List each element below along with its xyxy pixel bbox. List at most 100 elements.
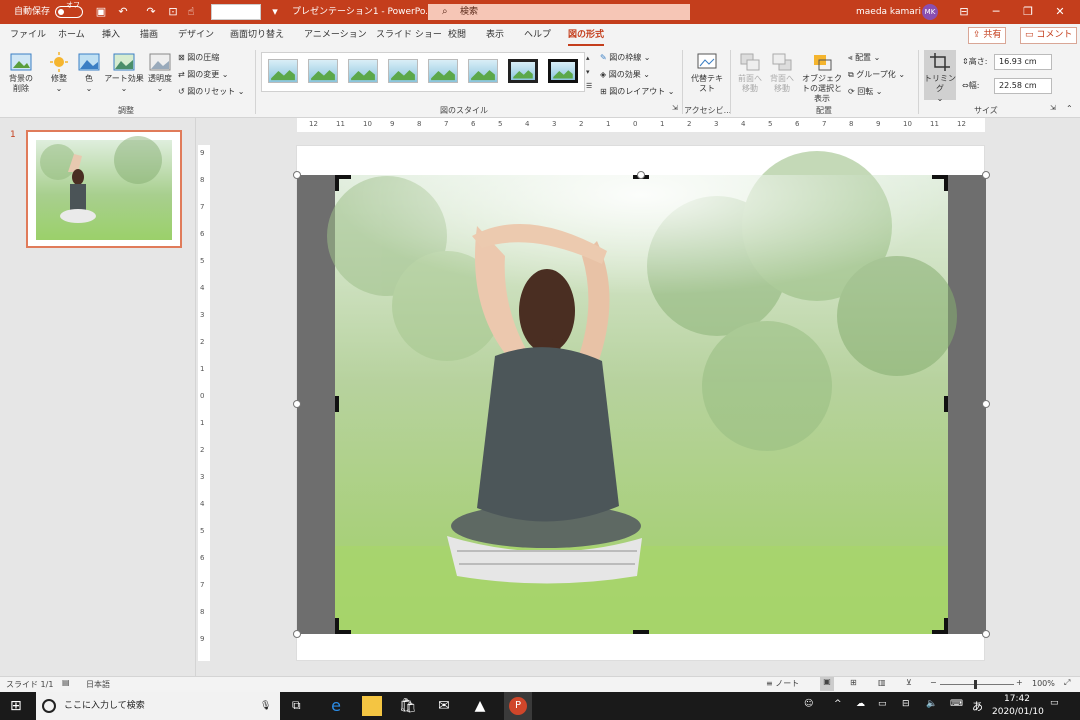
clock-date[interactable]: 2020/01/10 [992,707,1044,717]
language[interactable]: 日本語 [86,679,110,690]
style-thumbnail[interactable] [508,59,538,83]
corrections-button[interactable]: 修整 ⌄ [44,52,74,94]
customize-qat-icon[interactable]: ▾ [268,5,282,19]
ribbon-display-icon[interactable]: ⊟ [948,0,980,24]
windows-start-icon[interactable]: ⊞ [10,698,22,714]
tab-view[interactable]: 表示 [486,24,504,46]
microphone-icon[interactable]: 🎙 [260,692,271,720]
avatar[interactable]: MK [922,4,938,20]
slide-canvas[interactable] [293,145,990,662]
ime-indicator[interactable]: あ [972,698,983,714]
alt-text-button[interactable]: 代替テキスト [690,52,724,94]
save-icon[interactable]: ▣ [94,5,108,19]
tab-help[interactable]: ヘルプ [524,24,551,46]
crop-button[interactable]: トリミング ⌄ [924,50,956,103]
color-button[interactable]: 色 ⌄ [78,52,100,94]
show-hidden-icons[interactable]: ^ [834,699,842,709]
edge-icon[interactable]: e [326,696,346,716]
resize-handle[interactable] [982,630,990,638]
reading-view-icon[interactable]: ▥ [878,678,886,687]
powerpoint-taskbar-button[interactable]: P [504,692,532,720]
spellcheck-icon[interactable]: ▤ [62,678,70,687]
width-input[interactable]: 22.58 cm [994,78,1052,94]
cropped-photo[interactable] [297,146,986,662]
change-picture-button[interactable]: ⇄ 図の変更 ⌄ [178,69,229,80]
share-button[interactable]: ⇪ 共有 [968,27,1007,44]
collapse-ribbon-icon[interactable]: ⌃ [1066,104,1073,113]
tab-design[interactable]: デザイン [178,24,214,46]
slideshow-icon[interactable]: ⊻ [906,678,912,687]
volume-icon[interactable]: 🔈 [926,699,937,709]
style-thumbnail[interactable] [388,59,418,83]
taskbar-search-input[interactable]: ここに入力して検索 🎙 [36,692,280,720]
rotate-button[interactable]: ⟳ 回転 ⌄ [848,86,883,97]
normal-view-icon[interactable]: ▣ [820,677,834,691]
selection-pane-button[interactable]: オブジェクトの選択と表示 [800,52,844,104]
reset-picture-button[interactable]: ↺ 図のリセット ⌄ [178,86,245,97]
clock-time[interactable]: 17:42 [1004,694,1030,704]
zoom-out-icon[interactable]: − [930,678,937,687]
picture-layout-button[interactable]: ⊞ 図のレイアウト ⌄ [600,86,675,97]
style-thumbnail[interactable] [548,59,578,83]
style-thumbnail[interactable] [468,59,498,83]
notification-icon[interactable]: ▭ [1050,698,1059,708]
tab-slideshow[interactable]: スライド ショー [376,24,442,46]
battery-icon[interactable]: ▭ [878,699,887,709]
bring-forward-button[interactable]: 前面へ移動 [736,52,764,94]
restore-icon[interactable]: ❐ [1012,0,1044,24]
tab-review[interactable]: 校閲 [448,24,466,46]
remove-background-button[interactable]: 背景の削除 [6,52,36,94]
autosave-toggle[interactable]: オフ [55,1,83,18]
resize-handle[interactable] [982,171,990,179]
style-thumbnail[interactable] [428,59,458,83]
network-icon[interactable]: ⊟ [902,699,910,709]
zoom-level[interactable]: 100% [1032,679,1055,688]
zoom-in-icon[interactable]: + [1016,678,1023,687]
group-objects-button[interactable]: ⧉ グループ化 ⌄ [848,69,905,80]
resize-handle[interactable] [293,171,301,179]
art-effects-button[interactable]: アート効果 ⌄ [104,52,144,94]
style-thumbnail[interactable] [348,59,378,83]
dialog-launcher-icon[interactable]: ⇲ [672,104,678,112]
zoom-slider[interactable] [940,684,1014,685]
dialog-launcher-icon[interactable]: ⇲ [1050,104,1056,112]
height-input[interactable]: 16.93 cm [994,54,1052,70]
undo-icon[interactable]: ↶ [116,5,130,19]
comment-button[interactable]: ▭ コメント [1020,27,1078,44]
gallery-scroll-down-icon[interactable]: ▾ [586,68,590,76]
input-indicator-icon[interactable]: ⌨ [950,699,963,709]
align-button[interactable]: ⫷ 配置 ⌄ [848,52,880,63]
store-icon[interactable]: 🛍 [398,696,418,716]
picture-border-button[interactable]: ✎ 図の枠線 ⌄ [600,52,651,63]
slide-thumbnail[interactable] [26,130,182,248]
send-backward-button[interactable]: 背面へ移動 [768,52,796,94]
gallery-scroll-up-icon[interactable]: ▴ [586,54,590,62]
photos-icon[interactable]: ▲ [470,696,490,716]
tab-animations[interactable]: アニメーション [304,24,367,46]
picture-styles-gallery[interactable] [261,52,585,92]
tab-picture-format[interactable]: 図の形式 [568,24,605,46]
user-name[interactable]: maeda kamari [856,0,921,24]
zoom-slider-thumb[interactable] [974,680,977,689]
compress-pictures-button[interactable]: ⊠ 図の圧縮 [178,52,219,63]
tab-transitions[interactable]: 画面切り替え [230,24,284,46]
notes-button[interactable]: ≡ ノート [766,678,799,689]
resize-handle[interactable] [982,400,990,408]
tab-home[interactable]: ホーム [58,24,85,46]
close-icon[interactable]: ✕ [1044,0,1076,24]
style-thumbnail[interactable] [308,59,338,83]
task-view-icon[interactable]: ⧉ [292,698,301,713]
resize-handle[interactable] [293,630,301,638]
file-explorer-icon[interactable] [362,696,382,716]
slide-sorter-icon[interactable]: ⊞ [850,678,857,687]
touch-mode-icon[interactable]: ☝ [184,5,198,19]
style-thumbnail[interactable] [268,59,298,83]
mail-icon[interactable]: ✉ [434,696,454,716]
search-input[interactable]: ⌕ 検索 [428,4,690,20]
tab-draw[interactable]: 描画 [140,24,158,46]
minimize-icon[interactable]: ─ [980,0,1012,24]
resize-handle[interactable] [293,400,301,408]
picture-effects-button[interactable]: ◈ 図の効果 ⌄ [600,69,650,80]
font-size-box[interactable] [211,4,261,20]
people-icon[interactable]: ☺ [804,699,813,709]
